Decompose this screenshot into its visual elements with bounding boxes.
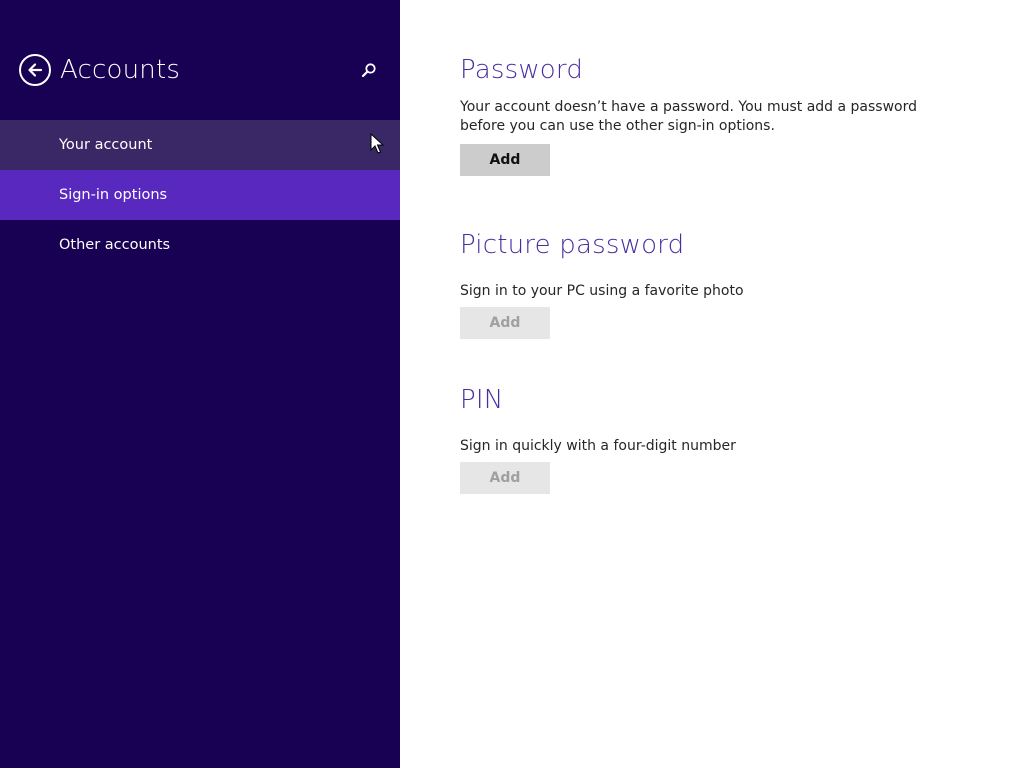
pin-title: PIN xyxy=(460,385,504,415)
add-pin-button[interactable]: Add xyxy=(460,462,550,494)
main-content: Password Your account doesn’t have a pas… xyxy=(400,0,1024,768)
password-description: Your account doesn’t have a password. Yo… xyxy=(460,99,918,134)
password-section: Password Your account doesn’t have a pas… xyxy=(460,54,960,176)
pin-section: PIN Sign in quickly with a four-digit nu… xyxy=(460,384,960,494)
sidebar-nav: Your account Sign-in options Other accou… xyxy=(0,120,400,270)
sidebar-item-other-accounts[interactable]: Other accounts xyxy=(0,220,400,270)
sidebar-item-your-account[interactable]: Your account xyxy=(0,120,400,170)
add-picture-password-button[interactable]: Add xyxy=(460,307,550,339)
sidebar-item-label: Your account xyxy=(59,137,153,153)
back-arrow-icon xyxy=(28,63,43,77)
mouse-pointer-icon xyxy=(370,133,384,154)
password-title: Password xyxy=(460,55,584,85)
picture-password-description: Sign in to your PC using a favorite phot… xyxy=(460,283,744,299)
search-icon xyxy=(361,63,376,78)
add-password-button[interactable]: Add xyxy=(460,144,550,176)
picture-password-section: Picture password Sign in to your PC usin… xyxy=(460,229,960,339)
search-button[interactable] xyxy=(357,58,381,82)
pin-description: Sign in quickly with a four-digit number xyxy=(460,438,736,454)
sidebar-item-label: Other accounts xyxy=(59,237,171,253)
picture-password-title: Picture password xyxy=(460,230,685,260)
sidebar-header: Accounts xyxy=(19,52,400,88)
back-button[interactable] xyxy=(19,54,51,86)
settings-window: Accounts Your account Sign-in options Ot… xyxy=(0,0,1024,768)
sidebar-item-label: Sign-in options xyxy=(59,187,168,203)
sidebar: Accounts Your account Sign-in options Ot… xyxy=(0,0,400,768)
page-title: Accounts xyxy=(60,55,181,85)
sidebar-item-sign-in-options[interactable]: Sign-in options xyxy=(0,170,400,220)
